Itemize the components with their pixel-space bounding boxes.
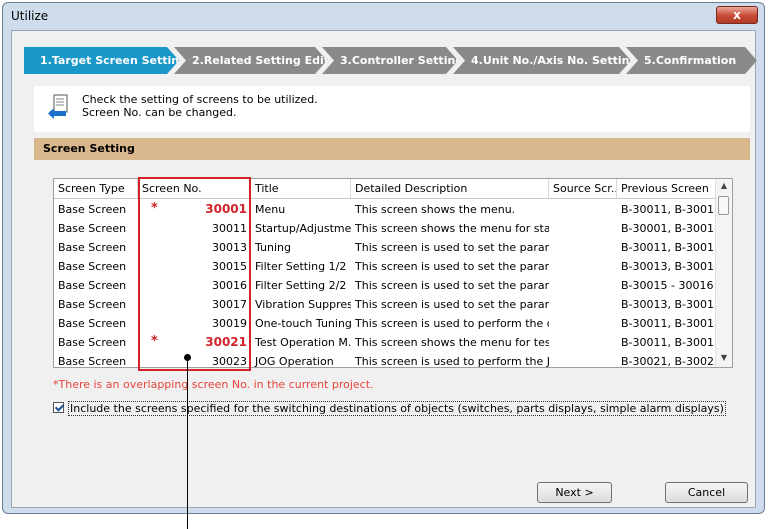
- window-title: Utilize: [11, 9, 49, 23]
- scroll-down-icon[interactable]: ▼: [719, 353, 729, 363]
- cell-title: Test Operation M...: [255, 336, 351, 349]
- cell-type: Base Screen: [58, 298, 127, 311]
- cell-type: Base Screen: [58, 336, 127, 349]
- cell-title: Filter Setting 1/2: [255, 260, 347, 273]
- column-header-title[interactable]: Title: [251, 179, 351, 199]
- cell-type: Base Screen: [58, 355, 127, 368]
- cell-source: [549, 276, 617, 295]
- wizard-steps: 1.Target Screen Setting 2.Related Settin…: [24, 47, 757, 74]
- cell-source: [549, 257, 617, 276]
- cell-prev: B-30013, B-30015...: [621, 298, 717, 311]
- step-controller-setting[interactable]: 3.Controller Setting: [322, 47, 458, 74]
- cell-prev: B-30011, B-30013...: [621, 336, 717, 349]
- include-checkbox[interactable]: [53, 402, 64, 413]
- info-text: Check the setting of screens to be utili…: [82, 93, 318, 119]
- cell-type: Base Screen: [58, 222, 127, 235]
- cell-source: [549, 295, 617, 314]
- overlap-warning: *There is an overlapping screen No. in t…: [53, 378, 374, 391]
- cell-prev: B-30011, B-30013...: [621, 203, 717, 216]
- column-header-previous-screen[interactable]: Previous Screen: [617, 179, 717, 199]
- info-panel: Check the setting of screens to be utili…: [34, 86, 750, 132]
- cell-source: [549, 333, 617, 352]
- cell-title: Startup/Adjustme...: [255, 222, 351, 235]
- cell-desc: This screen is used to set the paramet..…: [355, 241, 549, 254]
- cell-title: One-touch Tuning: [255, 317, 351, 330]
- step-target-screen-setting[interactable]: 1.Target Screen Setting: [24, 47, 179, 74]
- cell-desc: This screen shows the menu.: [355, 203, 516, 216]
- cell-prev: B-30021, B-30023...: [621, 355, 717, 368]
- cell-type: Base Screen: [58, 260, 127, 273]
- scroll-thumb[interactable]: [718, 196, 729, 215]
- cell-prev: B-30011, B-30013...: [621, 317, 717, 330]
- cell-title: Filter Setting 2/2: [255, 279, 347, 292]
- info-line-1: Check the setting of screens to be utili…: [82, 93, 318, 106]
- vertical-scrollbar[interactable]: ▲ ▼: [715, 179, 732, 367]
- cell-prev: B-30011, B-30013...: [621, 241, 717, 254]
- next-button[interactable]: Next >: [537, 482, 612, 503]
- title-bar: Utilize x: [3, 3, 764, 29]
- step-related-setting-edit[interactable]: 2.Related Setting Edit: [174, 47, 327, 74]
- section-header: Screen Setting: [34, 138, 750, 160]
- include-checkbox-label[interactable]: Include the screens specified for the sw…: [68, 401, 726, 416]
- cell-title: Vibration Suppres...: [255, 298, 351, 311]
- cell-desc: This screen is used to set the paramet..…: [355, 298, 549, 311]
- cell-prev: B-30015 - 30016: [621, 279, 714, 292]
- callout-line: [187, 357, 188, 529]
- column-header-description[interactable]: Detailed Description: [351, 179, 549, 199]
- step-confirmation[interactable]: 5.Confirmation: [626, 47, 757, 74]
- scroll-up-icon[interactable]: ▲: [719, 181, 729, 191]
- cell-desc: This screen is used to perform the JOG..…: [355, 355, 549, 368]
- cell-type: Base Screen: [58, 241, 127, 254]
- cell-title: Tuning: [255, 241, 292, 254]
- cell-title: JOG Operation: [255, 355, 334, 368]
- cell-source: [549, 238, 617, 257]
- cell-type: Base Screen: [58, 203, 127, 216]
- cell-source: [549, 200, 617, 219]
- cancel-button[interactable]: Cancel: [665, 482, 748, 503]
- cell-type: Base Screen: [58, 279, 127, 292]
- cell-desc: This screen shows the menu for test o...: [355, 336, 549, 349]
- column-header-source-screen[interactable]: Source Scr...: [549, 179, 617, 199]
- column-header-screen-type[interactable]: Screen Type: [54, 179, 138, 199]
- cell-source: [549, 219, 617, 238]
- screen-no-highlight: [138, 177, 251, 371]
- info-line-2: Screen No. can be changed.: [82, 106, 237, 119]
- cell-prev: B-30001, B-30011...: [621, 222, 717, 235]
- cell-desc: This screen is used to set the paramet..…: [355, 260, 549, 273]
- cell-desc: This screen shows the menu for startu...: [355, 222, 549, 235]
- cell-prev: B-30013, B-30015...: [621, 260, 717, 273]
- cell-type: Base Screen: [58, 317, 127, 330]
- close-button[interactable]: x: [716, 6, 758, 24]
- cell-desc: This screen is used to set the paramet..…: [355, 279, 549, 292]
- step-unit-axis-setting[interactable]: 4.Unit No./Axis No. Setting: [453, 47, 631, 74]
- cell-title: Menu: [255, 203, 286, 216]
- cell-source: [549, 352, 617, 367]
- cell-desc: This screen is used to perform the one..…: [355, 317, 549, 330]
- document-arrow-icon: [48, 94, 68, 119]
- cell-source: [549, 314, 617, 333]
